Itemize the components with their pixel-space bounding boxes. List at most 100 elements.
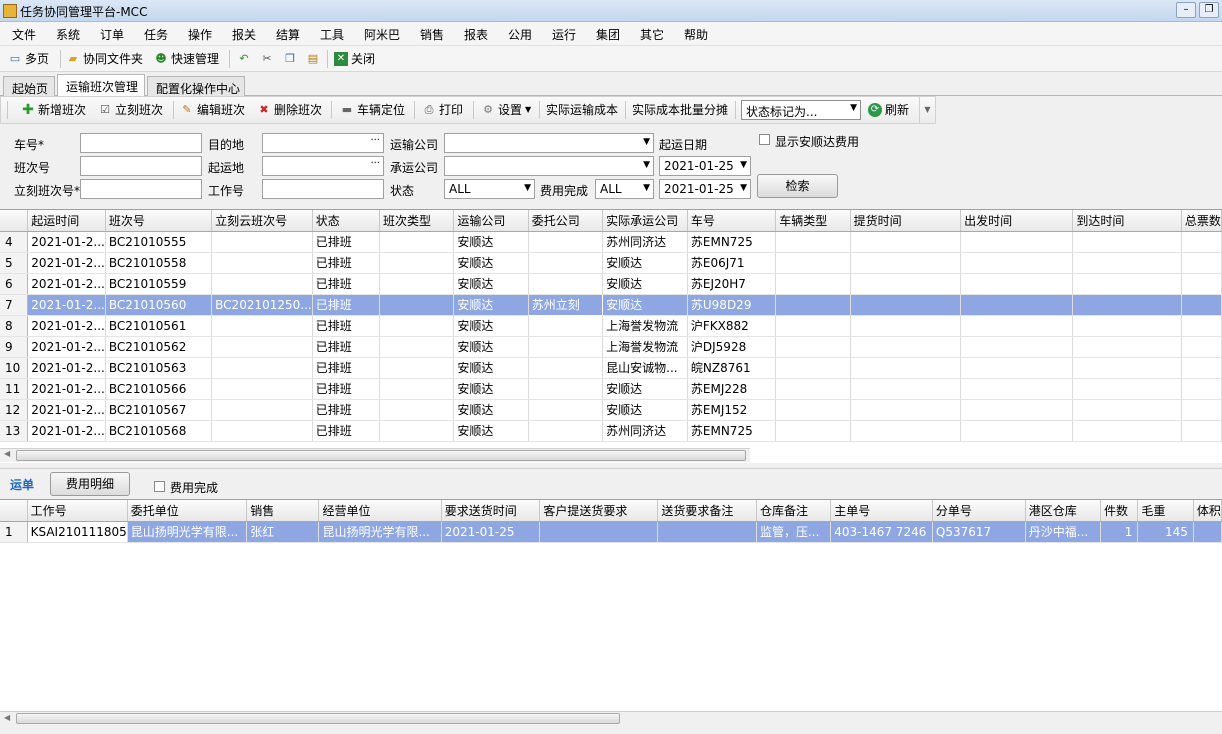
- table-cell[interactable]: [528, 315, 604, 337]
- undo-icon[interactable]: ↶: [237, 52, 251, 66]
- row-number[interactable]: 11: [0, 378, 29, 400]
- table-cell[interactable]: 已排班: [312, 399, 380, 421]
- table-cell[interactable]: [379, 336, 455, 358]
- fee-done-checkbox[interactable]: [154, 481, 165, 492]
- table-cell[interactable]: [528, 336, 604, 358]
- add-shift-button[interactable]: ✚ 新增班次: [21, 101, 86, 118]
- column-header[interactable]: 委托公司: [528, 210, 604, 232]
- table-cell[interactable]: [1181, 357, 1222, 379]
- column-header[interactable]: 班次号: [105, 210, 213, 232]
- table-cell[interactable]: 苏EMN725: [687, 420, 777, 442]
- table-cell[interactable]: [850, 231, 962, 253]
- table-row[interactable]: 6 2021-01-2... BC21010559 已排班 安顺达 安顺达 苏EJ20H7: [0, 273, 1222, 295]
- table-cell[interactable]: 已排班: [312, 378, 380, 400]
- table-cell[interactable]: [1072, 252, 1182, 274]
- tab-config-center[interactable]: 配置化操作中心: [147, 76, 245, 96]
- table-row[interactable]: 1 KSAI210111805 昆山扬明光学有限... 张红 昆山扬明光学有限... 20…: [0, 521, 1222, 543]
- table-cell[interactable]: 苏U98D29: [687, 294, 777, 316]
- row-number[interactable]: 13: [0, 420, 29, 442]
- table-cell[interactable]: [1072, 399, 1182, 421]
- status-mark-select[interactable]: 状态标记为... ▼: [741, 100, 861, 120]
- multi-page-button[interactable]: ▭ 多页: [8, 50, 49, 67]
- table-cell[interactable]: 2021-01-25: [441, 521, 541, 543]
- table-cell[interactable]: BC21010562: [105, 336, 213, 358]
- table-cell[interactable]: [528, 231, 604, 253]
- table-cell[interactable]: 已排班: [312, 420, 380, 442]
- table-cell[interactable]: [960, 420, 1074, 442]
- menu-help[interactable]: 帮助: [684, 26, 708, 43]
- table-cell[interactable]: [960, 399, 1074, 421]
- fee-done-select[interactable]: ALL ▼: [595, 179, 654, 199]
- table-cell[interactable]: [1181, 294, 1222, 316]
- menu-run[interactable]: 运行: [552, 26, 576, 43]
- table-cell[interactable]: [1072, 294, 1182, 316]
- row-number[interactable]: 10: [0, 357, 29, 379]
- paste-icon[interactable]: ▤: [306, 52, 320, 66]
- column-header[interactable]: 实际承运公司: [602, 210, 688, 232]
- menu-other[interactable]: 其它: [640, 26, 664, 43]
- table-cell[interactable]: 已排班: [312, 231, 380, 253]
- row-number[interactable]: 7: [0, 294, 29, 316]
- scrollbar-thumb[interactable]: [16, 450, 746, 461]
- table-cell[interactable]: 2021-01-2...: [27, 357, 106, 379]
- job-no-input[interactable]: [262, 179, 384, 199]
- table-cell[interactable]: [850, 294, 962, 316]
- column-header[interactable]: 客户提送货要求: [539, 500, 659, 522]
- quick-manage-button[interactable]: ☻ 快速管理: [154, 50, 219, 67]
- table-cell[interactable]: [775, 336, 851, 358]
- table-cell[interactable]: [960, 273, 1074, 295]
- table-cell[interactable]: [1181, 399, 1222, 421]
- table-cell[interactable]: Q537617: [932, 521, 1026, 543]
- batch-split-button[interactable]: 实际成本批量分摊: [632, 101, 728, 118]
- search-button[interactable]: 检索: [757, 174, 838, 198]
- table-cell[interactable]: 1: [1100, 521, 1139, 543]
- lk-shift-button[interactable]: ☑ 立刻班次: [98, 101, 163, 118]
- tab-transport-shift[interactable]: 运输班次管理: [57, 74, 145, 97]
- table-cell[interactable]: 苏州立刻: [527, 293, 604, 316]
- table-cell[interactable]: BC21010567: [105, 399, 213, 421]
- table-row[interactable]: 10 2021-01-2... BC21010563 已排班 安顺达 昆山安诚物... 皖N…: [0, 357, 1222, 379]
- ellipsis-button[interactable]: ···: [370, 135, 380, 146]
- table-row[interactable]: 11 2021-01-2... BC21010566 已排班 安顺达 安顺达 苏EMJ228: [0, 378, 1222, 400]
- vehicle-locate-button[interactable]: ▬ 车辆定位: [340, 101, 405, 118]
- table-cell[interactable]: [850, 336, 962, 358]
- carrier-select[interactable]: ▼: [444, 133, 654, 153]
- menu-customs[interactable]: 报关: [232, 26, 256, 43]
- delete-shift-button[interactable]: ✖ 删除班次: [257, 101, 322, 118]
- ellipsis-button[interactable]: ···: [370, 158, 380, 169]
- table-cell[interactable]: 2021-01-2...: [27, 336, 106, 358]
- table-cell[interactable]: 苏州同济达: [602, 231, 688, 253]
- table-cell[interactable]: BC202101250...: [211, 294, 313, 316]
- table-cell[interactable]: [379, 399, 455, 421]
- scrollbar-thumb[interactable]: [16, 713, 620, 724]
- scroll-left-icon[interactable]: ◀: [4, 713, 10, 722]
- column-header[interactable]: 销售: [246, 500, 320, 522]
- table-cell[interactable]: [850, 420, 962, 442]
- table-cell[interactable]: [1181, 315, 1222, 337]
- origin-input[interactable]: ···: [262, 156, 384, 176]
- table-cell[interactable]: [379, 252, 455, 274]
- table-cell[interactable]: 2021-01-2...: [27, 273, 106, 295]
- start-date-to[interactable]: 2021-01-25 ▼: [659, 179, 751, 199]
- refresh-button[interactable]: ⟳ 刷新: [868, 101, 909, 118]
- table-cell[interactable]: 安顺达: [453, 252, 529, 274]
- table-cell[interactable]: 已排班: [312, 252, 380, 274]
- table-cell[interactable]: [528, 273, 604, 295]
- column-header[interactable]: 港区仓库: [1025, 500, 1102, 522]
- table-cell[interactable]: [1181, 231, 1222, 253]
- table-cell[interactable]: 安顺达: [602, 378, 688, 400]
- table-cell[interactable]: [379, 420, 455, 442]
- table-cell[interactable]: 安顺达: [453, 273, 529, 295]
- print-button[interactable]: ⎙ 打印: [422, 101, 463, 118]
- table-cell[interactable]: 145: [1137, 521, 1194, 543]
- table-cell[interactable]: 苏EMJ228: [687, 378, 777, 400]
- table-cell[interactable]: [775, 399, 851, 421]
- table-cell[interactable]: 已排班: [312, 315, 380, 337]
- table-cell[interactable]: 安顺达: [453, 420, 529, 442]
- table-cell[interactable]: 安顺达: [602, 294, 688, 316]
- column-header[interactable]: 分单号: [932, 500, 1026, 522]
- table-cell[interactable]: [528, 399, 604, 421]
- table-cell[interactable]: 安顺达: [453, 294, 529, 316]
- table-cell[interactable]: KSAI210111805: [27, 521, 128, 543]
- table-cell[interactable]: 昆山安诚物...: [602, 357, 688, 379]
